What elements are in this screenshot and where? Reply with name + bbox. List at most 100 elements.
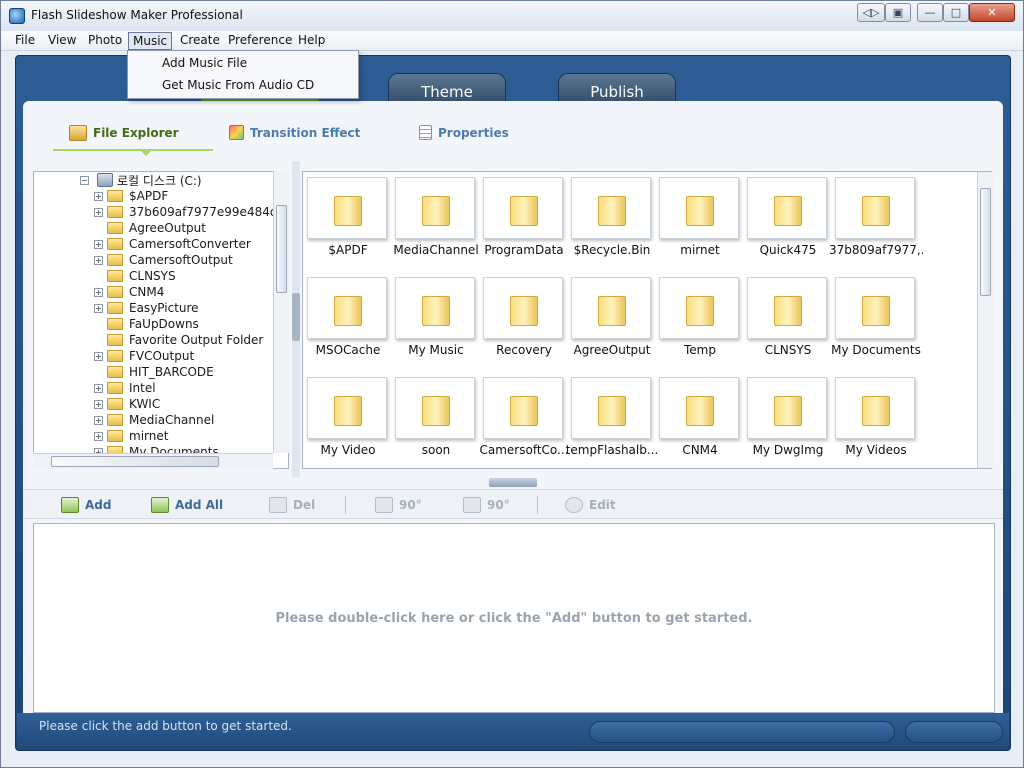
tree-item[interactable]: +37b609af7977e99e484d4758 [94,204,288,220]
folder-tree[interactable]: − 로컬 디스크 (C:) + $APDF +37b609af7977e99e484… [33,171,289,469]
folder-thumbnail[interactable]: MediaChannel [393,173,479,269]
expand-icon[interactable]: + [94,303,103,313]
menu-photo[interactable]: Photo [84,32,126,50]
folder-thumbnail[interactable]: soon [393,373,479,468]
menu-preference[interactable]: Preference [224,32,296,50]
folder-thumbnail[interactable]: $Recycle.Bin [569,173,655,269]
skin-icon[interactable]: ▣ [885,3,911,22]
expand-icon[interactable]: + [94,415,103,425]
subtab-file-explorer[interactable]: File Explorer [69,125,179,141]
subtab-transition-effect[interactable]: Transition Effect [229,125,360,140]
thumbnail-frame [307,377,387,439]
tree-item[interactable]: HIT_BARCODE [94,364,214,380]
folder-thumbnail[interactable]: My Documents [831,273,921,369]
expand-icon[interactable]: + [94,351,103,361]
expand-icon[interactable]: + [94,431,103,441]
folder-thumbnail[interactable]: My Videos [833,373,919,468]
folder-thumbnail[interactable]: ProgramData [481,173,567,269]
tree-item[interactable]: + MediaChannel [94,412,214,428]
minimize-button[interactable]: — [917,3,943,22]
tree-root[interactable]: − 로컬 디스크 (C:) [80,172,202,188]
edit-button[interactable]: Edit [565,496,616,514]
folder-icon [774,296,802,326]
status-text: Please click the add button to get start… [39,719,292,733]
storyboard-area[interactable]: Please double-click here or click the "A… [33,523,995,713]
folder-thumbnail[interactable]: AgreeOutput [569,273,655,369]
collapse-handle[interactable] [489,478,537,487]
folder-label: AgreeOutput [573,343,651,357]
tree-item[interactable]: + CNM4 [94,284,164,300]
menu-file[interactable]: File [11,32,39,50]
folder-thumbnail[interactable]: MSOCache [305,273,391,369]
folder-icon [686,196,714,226]
tree-item[interactable]: + KWIC [94,396,160,412]
folder-thumbnail[interactable]: CLNSYS [745,273,831,369]
expand-icon[interactable]: + [94,399,103,409]
tree-item[interactable]: + mirnet [94,428,168,444]
splitter-grip[interactable] [292,293,300,341]
maximize-button[interactable]: □ [943,3,969,22]
folder-icon [422,396,450,426]
subtab-properties[interactable]: Properties [419,125,509,140]
expand-icon[interactable]: + [94,383,103,393]
folder-thumbnail[interactable]: Quick475 [745,173,831,269]
rotate-left-button[interactable]: 90° [375,496,422,514]
folder-thumbnail[interactable]: tempFlashalb... [566,373,658,468]
restore-icon[interactable]: ◁▷ [857,3,885,22]
delete-button[interactable]: Del [269,496,315,514]
folder-thumbnail[interactable]: My Music [393,273,479,369]
menu-add-music-file[interactable]: Add Music File [162,56,247,70]
folder-thumbnail[interactable]: CNM4 [657,373,743,468]
thumbnail-frame [395,277,475,339]
tree-item[interactable]: + FVCOutput [94,348,194,364]
tree-vertical-thumb[interactable] [276,205,287,293]
expand-icon[interactable]: + [94,191,103,201]
folder-thumbnail[interactable]: Recovery [481,273,567,369]
tree-item[interactable]: + EasyPicture [94,300,199,316]
add-all-button[interactable]: Add All [151,496,223,514]
menu-create[interactable]: Create [176,32,224,50]
folder-label: My Video [320,443,376,457]
menu-view[interactable]: View [44,32,80,50]
folder-thumbnail[interactable]: mirnet [657,173,743,269]
expand-icon[interactable]: + [94,239,103,249]
folder-thumbnail[interactable]: My DwgImg [745,373,831,468]
tree-horizontal-scrollbar[interactable] [33,453,273,469]
tree-item[interactable]: + Intel [94,380,156,396]
expand-icon[interactable]: + [94,255,103,265]
close-button[interactable]: ✕ [969,3,1015,22]
add-button[interactable]: Add [61,496,111,514]
tree-vertical-scrollbar[interactable] [273,171,289,453]
folder-thumbnail[interactable]: 37b809af7977,... [829,173,923,269]
tree-item[interactable]: + $APDF [94,188,168,204]
menu-get-music-cd[interactable]: Get Music From Audio CD [162,78,314,92]
tree-item[interactable]: Favorite Output Folder [94,332,263,348]
folder-thumbnail[interactable]: $APDF [305,173,391,269]
menu-help[interactable]: Help [294,32,329,50]
tree-item[interactable]: FaUpDowns [94,316,199,332]
status-button[interactable] [905,721,1003,743]
expand-icon[interactable]: + [94,287,103,297]
tree-item[interactable]: + CamersoftOutput [94,252,233,268]
grid-vertical-thumb[interactable] [980,188,991,296]
tree-item-label: CamersoftOutput [129,253,233,267]
app-icon [9,8,25,24]
folder-thumbnail[interactable]: My Video [305,373,391,468]
folder-icon [598,196,626,226]
tree-item[interactable]: + CamersoftConverter [94,236,251,252]
rotate-right-button[interactable]: 90° [463,496,510,514]
folder-thumbnail[interactable]: CamersoftCo... [479,373,569,468]
tree-item[interactable]: CLNSYS [94,268,176,284]
drive-icon [97,173,113,187]
expand-icon[interactable]: + [94,207,103,217]
menu-bar: File View Photo Music Create Preference … [1,31,1023,51]
tree-item[interactable]: AgreeOutput [94,220,206,236]
grid-vertical-scrollbar[interactable] [977,172,993,468]
collapse-icon[interactable]: − [80,175,89,185]
folder-thumbnail[interactable]: Temp [657,273,743,369]
toolbar-separator [537,496,538,514]
gear-icon [565,497,583,513]
menu-music[interactable]: Music [128,32,173,50]
tree-horizontal-thumb[interactable] [51,456,219,467]
